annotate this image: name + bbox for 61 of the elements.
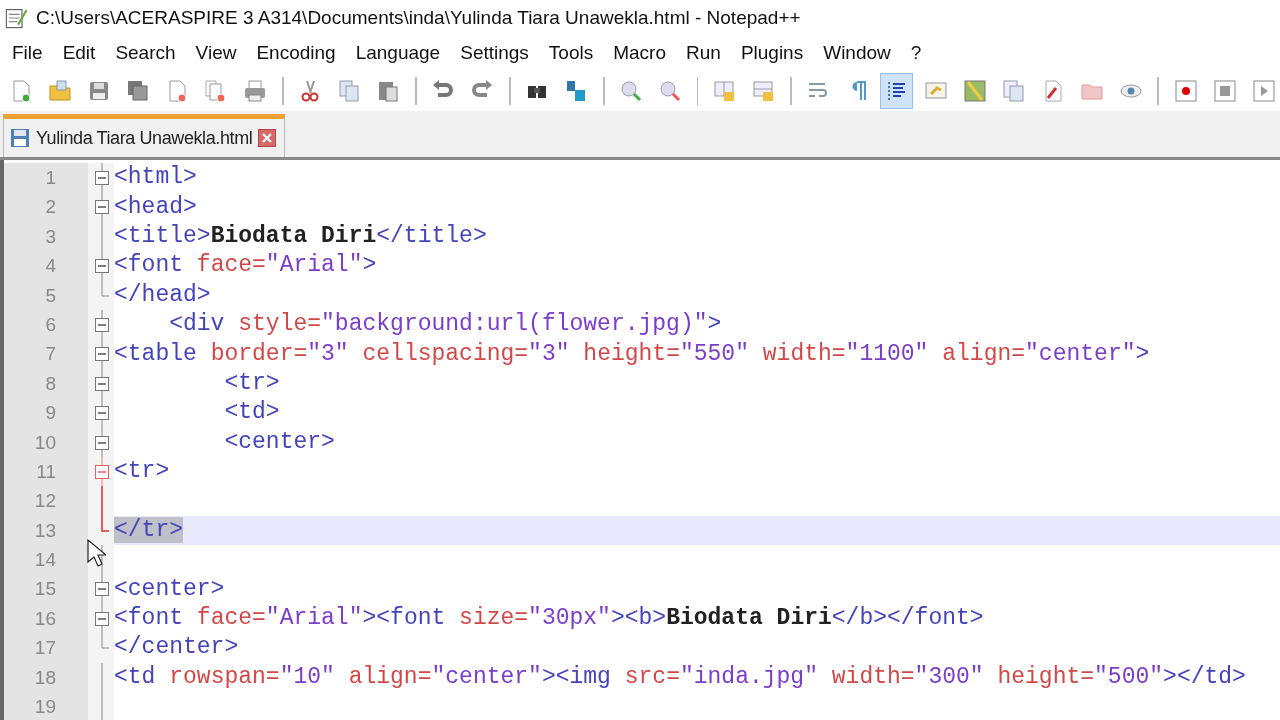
menu-item[interactable]: File: [2, 42, 53, 64]
code-line: <font face="Arial"><font size="30px"><b>Biodata Diri</b></font>: [114, 604, 984, 634]
code-line: <head>: [114, 192, 197, 222]
open-folder-icon: [47, 78, 74, 104]
line-number: 13: [4, 515, 88, 546]
menu-item[interactable]: Window: [813, 42, 901, 64]
line-number: 5: [4, 280, 88, 310]
code-line: <center>: [114, 574, 225, 604]
line-number: 6: [4, 309, 88, 340]
code-line: <center>: [223, 427, 335, 457]
line-number: 19: [4, 692, 88, 720]
zoom-in-icon: [618, 78, 644, 104]
code-line: <table border="3" cellspacing="3" height="550" width="1100" align="center">: [114, 339, 1150, 369]
line-number: 14: [4, 545, 88, 575]
toolbar-button[interactable]: [880, 73, 914, 109]
line-number: 15: [4, 574, 88, 604]
menu-item[interactable]: Plugins: [730, 42, 814, 64]
code-line: <title>Biodata Diri</title>: [114, 221, 487, 251]
code-line: <tr>: [223, 368, 280, 398]
menu-item[interactable]: Encoding: [246, 42, 346, 64]
code-line: </center>: [114, 633, 239, 663]
menu-item[interactable]: Search: [105, 42, 186, 64]
menu-item[interactable]: Run: [676, 42, 731, 64]
line-number: 9: [4, 398, 88, 428]
map-icon: [961, 78, 988, 104]
code-line: <html>: [114, 163, 197, 193]
menu-item[interactable]: Macro: [603, 42, 676, 64]
file-tab[interactable]: Yulinda Tiara Unawekla.html: [3, 114, 286, 157]
stop-icon: [1211, 78, 1238, 104]
tab-label: Yulinda Tiara Unawekla.html: [36, 127, 253, 149]
line-number: 1: [4, 163, 88, 193]
code-line: <td rowspan="10" align="center"><img src="inda.jpg" width="300" height="500"></td>: [114, 662, 1246, 692]
line-number: 8: [4, 368, 88, 399]
line-number: 12: [4, 486, 88, 516]
line-number: 16: [4, 603, 88, 634]
line-number: 11: [4, 456, 88, 487]
line-number: 3: [4, 221, 88, 252]
line-number: 17: [4, 633, 88, 663]
menu-item[interactable]: Edit: [52, 42, 106, 64]
line-number: 7: [4, 339, 88, 369]
menu-item[interactable]: ?: [900, 42, 932, 64]
documents-icon: [1000, 78, 1027, 104]
code-line: <tr>: [114, 457, 170, 487]
menu-item[interactable]: View: [185, 42, 247, 64]
menu-item[interactable]: Settings: [450, 42, 539, 64]
line-number: 18: [4, 662, 88, 693]
zoom-out-icon: [657, 78, 683, 104]
play-icon: [1250, 78, 1277, 104]
close-icon[interactable]: [258, 129, 277, 147]
line-number: 2: [4, 192, 88, 222]
code-line: <font face="Arial">: [114, 251, 377, 281]
save-icon: [10, 128, 30, 148]
window-title: C:\Users\ACERASPIRE 3 A314\Documents\inda\Yulinda Tiara Unawekla.html - Notepad++: [36, 6, 801, 29]
line-number: 10: [4, 427, 88, 457]
record-icon: [1172, 78, 1199, 104]
menu-item[interactable]: Language: [345, 42, 451, 64]
line-number: 4: [4, 251, 88, 281]
code-line: <td>: [223, 398, 280, 428]
code-line: <div style="background:url(flower.jpg)">: [168, 310, 722, 340]
menu-item[interactable]: Tools: [538, 42, 604, 64]
code-line: </head>: [114, 280, 211, 310]
